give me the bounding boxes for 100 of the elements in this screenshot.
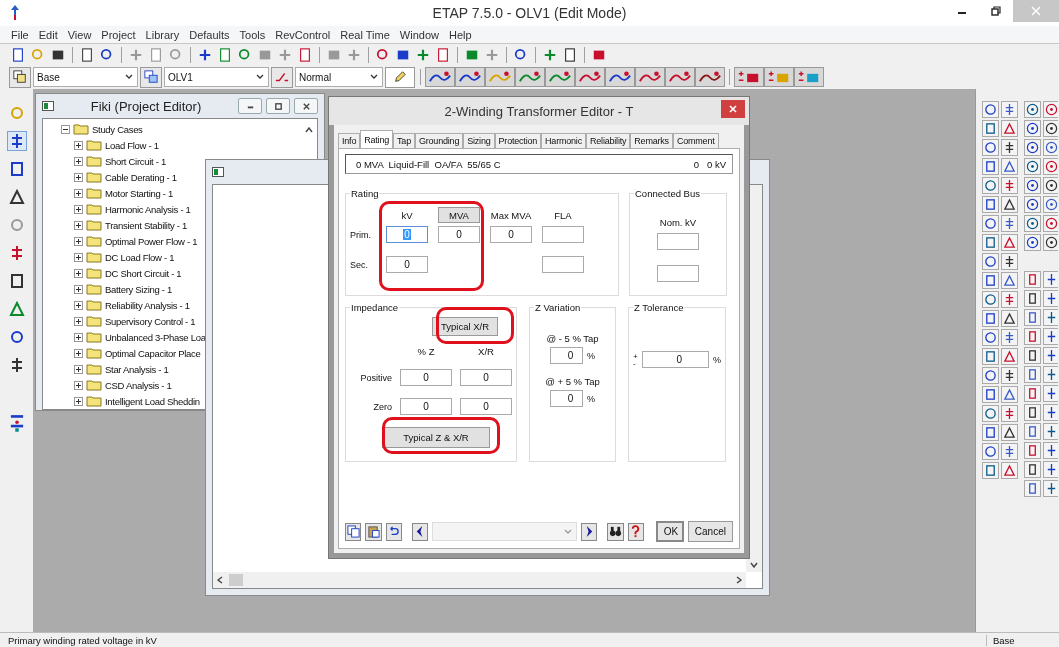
- palette-button[interactable]: [1001, 101, 1018, 118]
- tab[interactable]: Comment: [672, 133, 719, 148]
- tree-item[interactable]: Battery Sizing - 1: [105, 283, 172, 295]
- menu-item[interactable]: Window: [394, 26, 444, 43]
- undo-button[interactable]: [385, 522, 402, 541]
- palette-button[interactable]: [982, 177, 999, 194]
- tree-item[interactable]: DC Load Flow - 1: [105, 251, 175, 263]
- toolbar-button[interactable]: [140, 66, 162, 88]
- input-field[interactable]: 0: [550, 347, 583, 364]
- expander-icon[interactable]: [74, 300, 83, 310]
- palette-button[interactable]: [982, 367, 999, 384]
- palette-button[interactable]: [1043, 196, 1058, 213]
- menu-item[interactable]: View: [62, 26, 97, 43]
- palette-button[interactable]: [1001, 272, 1018, 289]
- palette-button[interactable]: [1001, 120, 1018, 137]
- toolbar-button[interactable]: [425, 67, 455, 87]
- mva-button[interactable]: MVA: [438, 207, 480, 223]
- expander-icon[interactable]: [74, 220, 83, 230]
- palette-button[interactable]: [1001, 234, 1018, 251]
- palette-button[interactable]: [1043, 442, 1058, 459]
- palette-button[interactable]: [1001, 291, 1018, 308]
- expander-icon[interactable]: [74, 252, 83, 262]
- palette-button[interactable]: [1024, 404, 1041, 421]
- palette-button[interactable]: [1043, 480, 1058, 497]
- typical-xr-button[interactable]: Typical X/R: [431, 317, 498, 336]
- palette-button[interactable]: [1043, 328, 1058, 345]
- tab[interactable]: Reliability: [586, 133, 631, 148]
- dialog-button[interactable]: OK: [655, 521, 684, 542]
- tree-item[interactable]: Star Analysis - 1: [105, 363, 169, 375]
- palette-button[interactable]: [982, 253, 999, 270]
- palette-button[interactable]: [1043, 366, 1058, 383]
- palette-button[interactable]: [1001, 348, 1018, 365]
- palette-button[interactable]: [1043, 120, 1058, 137]
- tab[interactable]: Grounding: [414, 133, 464, 148]
- tab[interactable]: Remarks: [630, 133, 673, 148]
- tab[interactable]: Protection: [494, 133, 542, 148]
- tree-item[interactable]: Transient Stability - 1: [105, 219, 187, 231]
- menu-item[interactable]: Real Time: [335, 26, 395, 43]
- menu-item[interactable]: Tools: [234, 26, 271, 43]
- palette-button[interactable]: [1043, 461, 1058, 478]
- palette-button[interactable]: [1043, 423, 1058, 440]
- toolbar-button[interactable]: [9, 66, 31, 88]
- input-field[interactable]: 0: [460, 398, 512, 415]
- expander-icon[interactable]: [74, 396, 83, 406]
- palette-button[interactable]: [1024, 328, 1041, 345]
- palette-button[interactable]: [1001, 139, 1018, 156]
- toolbar-button[interactable]: [695, 67, 725, 87]
- close-button[interactable]: [721, 100, 745, 118]
- palette-button[interactable]: [982, 462, 999, 479]
- tree-item[interactable]: Study Cases: [92, 123, 143, 135]
- tab[interactable]: Sizing: [463, 133, 495, 148]
- palette-button[interactable]: [982, 291, 999, 308]
- input-field[interactable]: 0: [550, 390, 583, 407]
- menu-item[interactable]: Library: [140, 26, 185, 43]
- tab[interactable]: Tap: [393, 133, 415, 148]
- palette-button[interactable]: [1001, 405, 1018, 422]
- tree-item[interactable]: Short Circuit - 1: [105, 155, 166, 167]
- palette-button[interactable]: [1024, 442, 1041, 459]
- tree-item[interactable]: Reliability Analysis - 1: [105, 299, 190, 311]
- help-button[interactable]: [627, 522, 644, 541]
- palette-button[interactable]: [6, 131, 27, 151]
- expander-icon[interactable]: [74, 188, 83, 198]
- palette-button[interactable]: [1043, 309, 1058, 326]
- tree-item[interactable]: Intelligent Load Sheddin: [105, 395, 200, 407]
- palette-button[interactable]: [1024, 271, 1041, 288]
- palette-button[interactable]: [982, 348, 999, 365]
- palette-button[interactable]: [982, 443, 999, 460]
- close-button[interactable]: [294, 98, 318, 114]
- palette-button[interactable]: [982, 158, 999, 175]
- palette-button[interactable]: [1001, 158, 1018, 175]
- palette-button[interactable]: [1001, 215, 1018, 232]
- input-field[interactable]: [657, 265, 699, 282]
- toolbar-button[interactable]: [605, 67, 635, 87]
- expander-icon[interactable]: [74, 172, 83, 182]
- tree-item[interactable]: Optimal Power Flow - 1: [105, 235, 198, 247]
- palette-button[interactable]: [1001, 424, 1018, 441]
- expander-icon[interactable]: [74, 268, 83, 278]
- palette-button[interactable]: [1024, 423, 1041, 440]
- input-field[interactable]: 0: [438, 226, 480, 243]
- palette-button[interactable]: [1001, 177, 1018, 194]
- palette-button[interactable]: [1043, 271, 1058, 288]
- tree-item[interactable]: Motor Starting - 1: [105, 187, 173, 199]
- find-button[interactable]: [607, 522, 624, 541]
- palette-button[interactable]: [1001, 329, 1018, 346]
- mode-dropdown[interactable]: Normal: [295, 67, 383, 87]
- expander-icon[interactable]: [74, 284, 83, 294]
- expander-icon[interactable]: [74, 316, 83, 326]
- palette-button[interactable]: [1024, 139, 1041, 156]
- palette-button[interactable]: [1024, 215, 1041, 232]
- palette-button[interactable]: [1001, 367, 1018, 384]
- input-field[interactable]: 0: [490, 226, 532, 243]
- tree-item[interactable]: Cable Derating - 1: [105, 171, 177, 183]
- toolbar-button[interactable]: [271, 66, 293, 88]
- palette-button[interactable]: [982, 272, 999, 289]
- scrollbar-thumb[interactable]: [229, 574, 243, 586]
- palette-button[interactable]: [982, 424, 999, 441]
- dialog-button[interactable]: Cancel: [687, 521, 733, 542]
- palette-button[interactable]: [1001, 386, 1018, 403]
- tree-item[interactable]: Load Flow - 1: [105, 139, 159, 151]
- palette-button[interactable]: [982, 139, 999, 156]
